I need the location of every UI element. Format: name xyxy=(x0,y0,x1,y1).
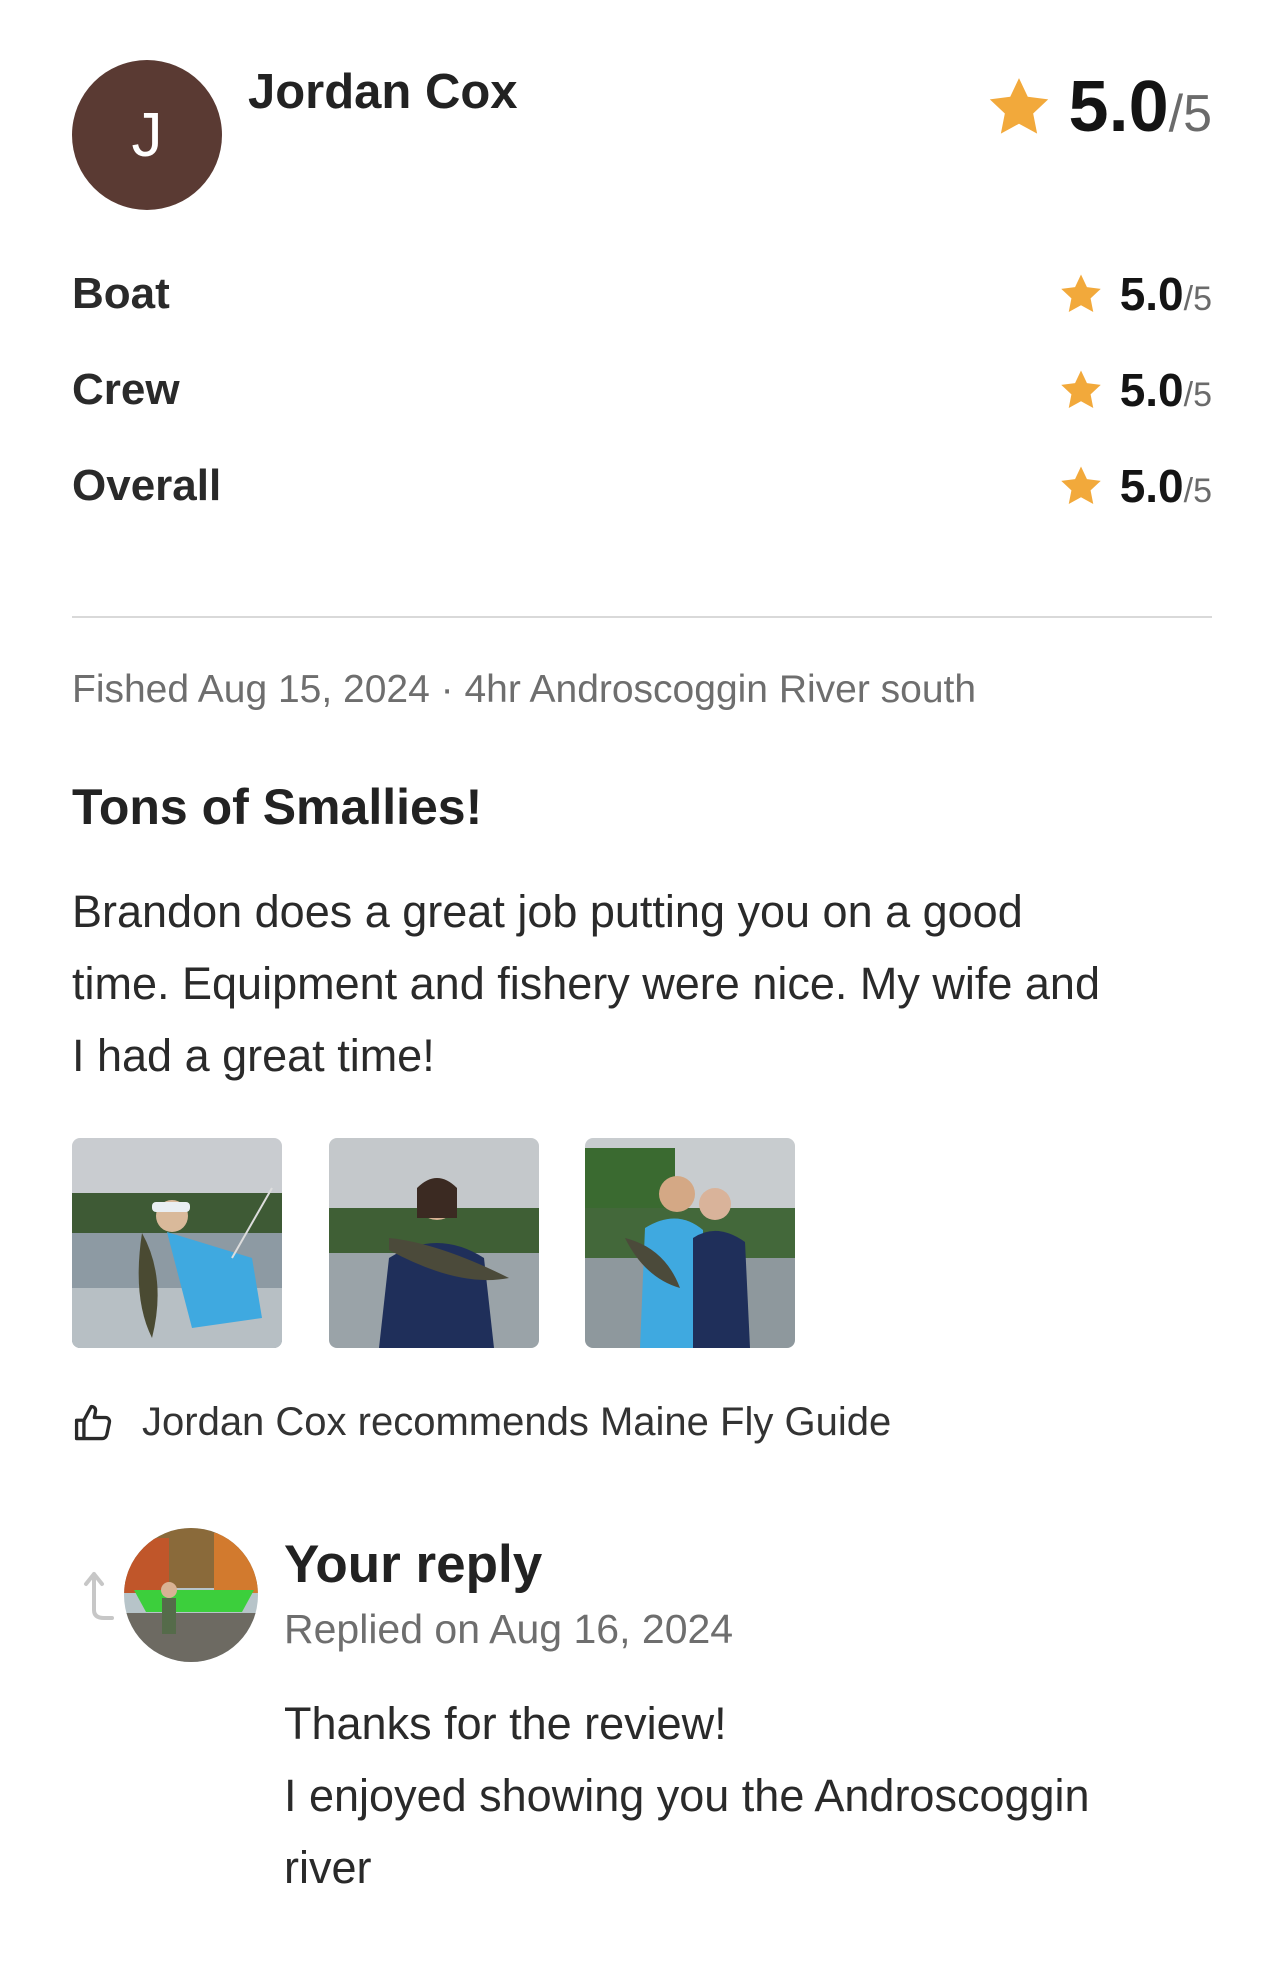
review-photo-3[interactable] xyxy=(585,1138,795,1348)
star-icon xyxy=(1060,274,1101,313)
overall-rating: 5.0 /5 xyxy=(985,66,1212,148)
rating-out-of: /5 xyxy=(1183,280,1212,318)
reviewer-initial: J xyxy=(131,100,163,170)
reply-body-line: river xyxy=(284,1842,372,1893)
rating-label: Overall xyxy=(72,461,222,510)
reply-body-line: Thanks for the review! xyxy=(284,1698,727,1749)
rating-row-crew: Crew 5.0 /5 xyxy=(72,360,1212,420)
reply-title: Your reply xyxy=(284,1535,543,1594)
review-body-line: Brandon does a great job putting you on … xyxy=(72,886,1023,937)
reply-avatar xyxy=(124,1528,258,1662)
review-photo-2[interactable] xyxy=(329,1138,539,1348)
rating-score: 5.0 xyxy=(1119,460,1184,512)
reply-body: Thanks for the review! I enjoyed showing… xyxy=(284,1688,1244,1904)
review-body-line: time. Equipment and fishery were nice. M… xyxy=(72,958,1100,1009)
reviewer-name: Jordan Cox xyxy=(248,65,518,119)
review-body: Brandon does a great job putting you on … xyxy=(72,876,1192,1092)
trip-meta: Fished Aug 15, 2024 · 4hr Androscoggin R… xyxy=(72,668,977,711)
review-photo-1[interactable] xyxy=(72,1138,282,1348)
overall-score: 5.0 xyxy=(1068,67,1169,147)
star-icon xyxy=(1060,370,1101,409)
rating-row-overall: Overall 5.0 /5 xyxy=(72,456,1212,516)
divider xyxy=(72,616,1212,618)
reply-body-line: I enjoyed showing you the Androscoggin xyxy=(284,1770,1090,1821)
rating-value: 5.0 /5 xyxy=(1058,267,1212,321)
review-body-line: I had a great time! xyxy=(72,1030,435,1081)
recommendation-text: Jordan Cox recommends Maine Fly Guide xyxy=(142,1400,892,1444)
rating-score: 5.0 xyxy=(1119,268,1184,320)
reply-arrow-icon xyxy=(84,1572,114,1620)
reply-date: Replied on Aug 16, 2024 xyxy=(284,1606,734,1652)
rating-out-of: /5 xyxy=(1183,376,1212,414)
star-icon xyxy=(989,78,1048,134)
star-icon xyxy=(1060,466,1101,505)
rating-label: Crew xyxy=(72,365,180,414)
overall-out-of: /5 xyxy=(1168,85,1212,143)
recommendation: Jordan Cox recommends Maine Fly Guide xyxy=(72,1400,891,1445)
rating-value: 5.0 /5 xyxy=(1058,459,1212,513)
thumbs-up-icon xyxy=(74,1404,112,1440)
rating-score: 5.0 xyxy=(1119,364,1184,416)
review-title: Tons of Smallies! xyxy=(72,779,483,835)
rating-out-of: /5 xyxy=(1183,472,1212,510)
rating-value: 5.0 /5 xyxy=(1058,363,1212,417)
reviewer-avatar: J xyxy=(72,60,222,210)
rating-row-boat: Boat 5.0 /5 xyxy=(72,264,1212,324)
rating-label: Boat xyxy=(72,269,170,318)
